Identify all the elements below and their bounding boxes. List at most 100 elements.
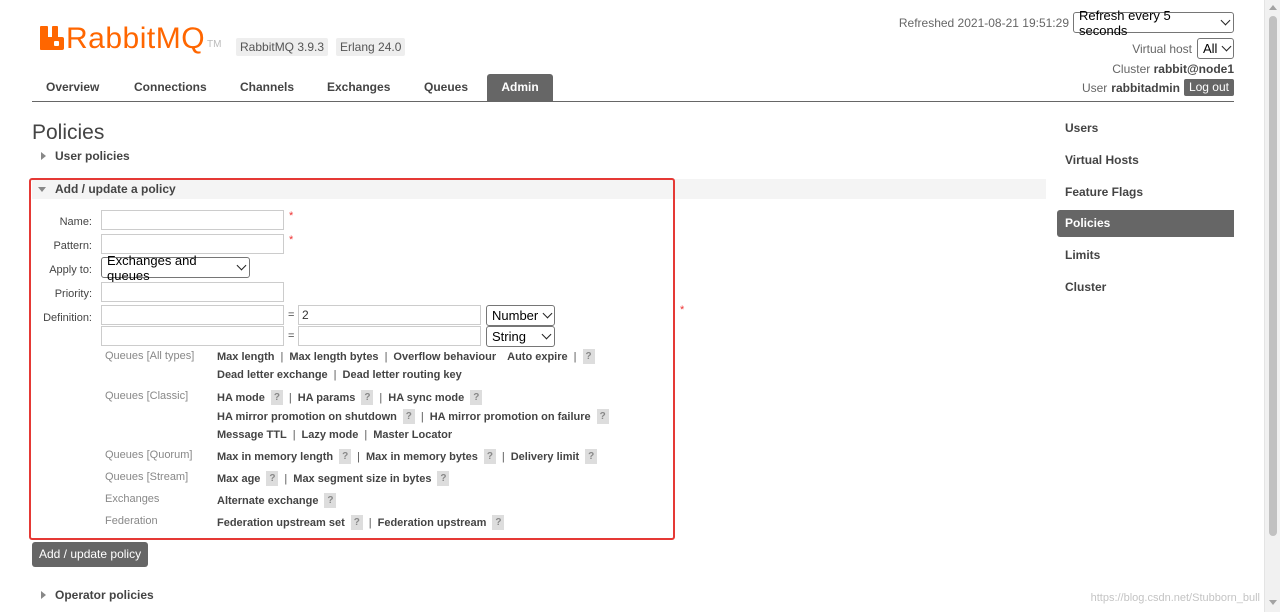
priority-label: Priority: <box>54 288 92 300</box>
watermark: https://blog.csdn.net/Stubborn_bull <box>1090 592 1260 604</box>
tab-channels[interactable]: Channels <box>226 74 308 101</box>
priority-input[interactable] <box>101 282 284 302</box>
help-icon[interactable]: ? <box>324 493 337 508</box>
rabbitmq-logo[interactable]: RabbitMQ TM <box>40 22 222 54</box>
option-federation-upstream[interactable]: Federation upstream <box>378 517 487 529</box>
help-icon[interactable]: ? <box>350 515 363 530</box>
refreshed-timestamp: Refreshed 2021-08-21 19:51:29 <box>898 15 1069 30</box>
user-policies-toggle[interactable]: User policies <box>32 149 130 163</box>
option-message-ttl[interactable]: Message TTL <box>217 429 287 441</box>
scroll-down-arrow-icon[interactable] <box>1269 600 1277 605</box>
definition-label: Definition: <box>43 312 92 324</box>
option-ha-promotion-failure[interactable]: HA mirror promotion on failure <box>430 411 591 423</box>
option-max-age[interactable]: Max age <box>217 473 260 485</box>
option-dead-letter-exchange[interactable]: Dead letter exchange <box>217 369 328 381</box>
option-auto-expire[interactable]: Auto expire <box>507 351 568 363</box>
definition-key-input-1[interactable] <box>101 305 284 325</box>
option-max-length[interactable]: Max length <box>217 351 274 363</box>
help-icon[interactable]: ? <box>266 471 279 486</box>
options-line: HA mode ? | HA params ? | HA sync mode ? <box>217 390 483 405</box>
option-max-in-memory-length[interactable]: Max in memory length <box>217 451 333 463</box>
definition-value-input-1[interactable]: 2 <box>298 305 481 325</box>
option-ha-promotion-shutdown[interactable]: HA mirror promotion on shutdown <box>217 411 397 423</box>
logo-trademark: TM <box>207 39 222 50</box>
separator: | <box>384 350 388 363</box>
page-title: Policies <box>32 121 105 144</box>
caret-right-icon <box>41 152 46 160</box>
group-label-queues-stream: Queues [Stream] <box>105 471 189 483</box>
help-icon[interactable]: ? <box>270 390 283 405</box>
sidebar-item-feature-flags[interactable]: Feature Flags <box>1057 179 1234 206</box>
option-ha-params[interactable]: HA params <box>298 392 356 404</box>
add-update-policy-toggle[interactable]: Add / update a policy <box>32 182 176 196</box>
tab-overview[interactable]: Overview <box>32 74 113 101</box>
group-label-queues-classic: Queues [Classic] <box>105 390 189 402</box>
options-line: Max in memory length ? | Max in memory b… <box>217 449 598 464</box>
help-icon[interactable]: ? <box>492 515 505 530</box>
definition-key-input-2[interactable] <box>101 326 284 346</box>
apply-to-select[interactable]: Exchanges and queues <box>101 253 250 283</box>
tab-exchanges[interactable]: Exchanges <box>313 74 404 101</box>
caret-down-icon <box>38 186 46 192</box>
tab-admin[interactable]: Admin <box>487 74 553 101</box>
group-label-exchanges: Exchanges <box>105 493 160 505</box>
sidebar-item-cluster[interactable]: Cluster <box>1057 274 1234 301</box>
scroll-up-arrow-icon[interactable] <box>1269 5 1277 10</box>
definition-type-select-1[interactable]: Number <box>486 305 555 326</box>
virtual-host-label: Virtual host <box>1132 41 1192 56</box>
help-icon[interactable]: ? <box>585 449 598 464</box>
option-dead-letter-routing-key[interactable]: Dead letter routing key <box>343 369 462 381</box>
separator: | <box>288 391 292 404</box>
separator: | <box>280 350 284 363</box>
option-alternate-exchange[interactable]: Alternate exchange <box>217 495 318 507</box>
help-icon[interactable]: ? <box>437 471 450 486</box>
scroll-thumb[interactable] <box>1269 16 1277 536</box>
sidebar-item-users[interactable]: Users <box>1057 115 1234 142</box>
sidebar-item-virtual-hosts[interactable]: Virtual Hosts <box>1057 147 1234 174</box>
definition-type-select-2[interactable]: String <box>486 326 555 347</box>
sidebar-item-limits[interactable]: Limits <box>1057 242 1234 269</box>
help-icon[interactable]: ? <box>361 390 374 405</box>
separator: | <box>368 516 372 529</box>
help-icon[interactable]: ? <box>402 409 415 424</box>
refresh-area: Refreshed 2021-08-21 19:51:29 Refresh ev… <box>898 8 1234 38</box>
tab-connections[interactable]: Connections <box>120 74 221 101</box>
option-ha-mode[interactable]: HA mode <box>217 392 265 404</box>
option-overflow-behaviour[interactable]: Overflow behaviour <box>393 351 496 363</box>
option-lazy-mode[interactable]: Lazy mode <box>302 429 359 441</box>
chevron-down-icon <box>1222 41 1232 52</box>
options-line: Federation upstream set ? | Federation u… <box>217 515 505 530</box>
option-ha-sync-mode[interactable]: HA sync mode <box>388 392 464 404</box>
options-line: HA mirror promotion on shutdown ? | HA m… <box>217 409 609 424</box>
help-icon[interactable]: ? <box>483 449 496 464</box>
tab-queues[interactable]: Queues <box>410 74 482 101</box>
name-input[interactable] <box>101 210 284 230</box>
caret-right-icon <box>41 591 46 599</box>
option-max-length-bytes[interactable]: Max length bytes <box>289 351 378 363</box>
help-icon[interactable]: ? <box>339 449 352 464</box>
option-master-locator[interactable]: Master Locator <box>373 429 452 441</box>
definition-value-input-2[interactable] <box>298 326 481 346</box>
separator: | <box>357 450 360 463</box>
required-marker: * <box>680 304 685 316</box>
chevron-down-icon <box>541 329 552 340</box>
option-max-segment-size[interactable]: Max segment size in bytes <box>293 473 431 485</box>
help-icon[interactable]: ? <box>470 390 483 405</box>
pattern-label: Pattern: <box>53 240 92 252</box>
pattern-input[interactable] <box>101 234 284 254</box>
options-line: Max age ? | Max segment size in bytes ? <box>217 471 450 486</box>
option-federation-upstream-set[interactable]: Federation upstream set <box>217 517 345 529</box>
help-icon[interactable]: ? <box>596 409 609 424</box>
add-update-policy-button[interactable]: Add / update policy <box>32 542 149 567</box>
vertical-scrollbar[interactable] <box>1264 0 1280 612</box>
refresh-interval-select[interactable]: Refresh every 5 seconds <box>1073 8 1234 38</box>
options-line: Max length | Max length bytes | Overflow… <box>217 349 595 364</box>
help-icon[interactable]: ? <box>582 349 595 364</box>
options-line: Dead letter exchange | Dead letter routi… <box>217 369 462 381</box>
sidebar-item-policies[interactable]: Policies <box>1057 210 1234 237</box>
option-max-in-memory-bytes[interactable]: Max in memory bytes <box>366 451 478 463</box>
virtual-host-select[interactable]: All <box>1197 38 1234 59</box>
operator-policies-toggle[interactable]: Operator policies <box>32 588 154 602</box>
equals-sign: = <box>288 309 295 321</box>
option-delivery-limit[interactable]: Delivery limit <box>511 451 579 463</box>
